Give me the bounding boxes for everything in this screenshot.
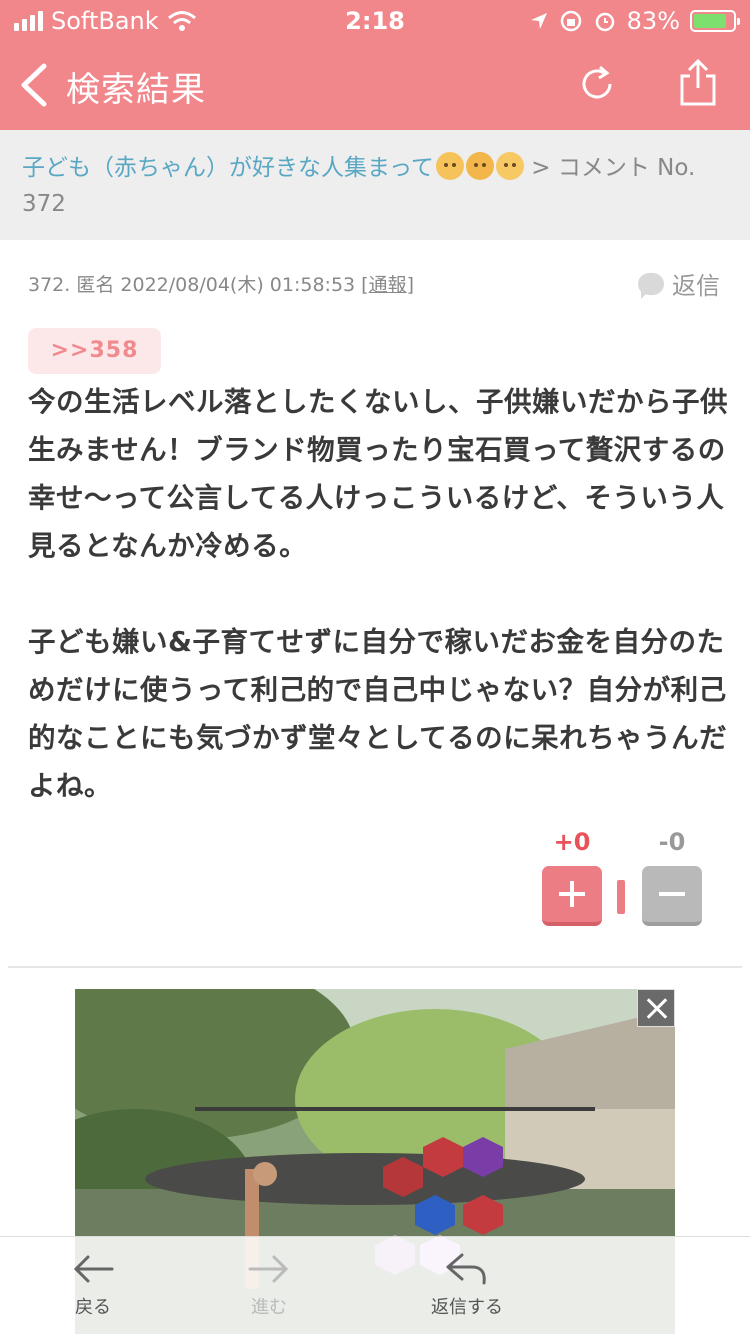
back-button[interactable]: 戻る [38,1249,148,1319]
minus-count: -0 [658,828,686,856]
comment-meta: 372. 匿名 2022/08/04(木) 01:58:53 [通報] [28,274,415,296]
back-label: 戻る [75,1297,111,1318]
reply-toolbar-label: 返信する [431,1297,503,1318]
reply-button[interactable]: 返信 [638,266,720,301]
comment-body: 今の生活レベル落としたくないし、子供嫌いだから子供生みません！ブランド物買ったり… [28,378,728,810]
reply-toolbar-button[interactable]: 返信する [412,1249,522,1319]
battery-percent: 83% [626,7,680,35]
breadcrumb: 子ども（赤ちゃん）が好きな人集まって > コメント No. 372 [0,130,750,240]
speech-bubble-icon [638,272,664,299]
plus-vote-button[interactable] [542,866,602,926]
breadcrumb-separator: > [531,155,551,181]
forward-label: 進む [251,1297,287,1318]
reply-arrow-icon [446,1253,486,1285]
page-title: 検索結果 [66,70,206,110]
forward-button[interactable]: 進む [214,1249,324,1319]
minus-vote-button[interactable] [642,866,702,926]
comment-paragraph: 子ども嫌い&子育てせずに自分で稼いだお金を自分のためだけに使うって利己的で自己中… [28,626,728,802]
thread-title-link[interactable]: 子ども（赤ちゃん）が好きな人集まって [22,155,434,181]
comment-paragraph: 今の生活レベル落としたくないし、子供嫌いだから子供生みません！ブランド物買ったり… [28,386,728,562]
share-icon[interactable] [676,58,720,108]
battery-icon [690,10,740,32]
baby-emoji-icon [465,152,494,180]
vote-ratio-bar [617,880,625,914]
header-bar: SoftBank 2:18 83% 検索結果 [0,0,750,130]
anchor-link[interactable]: >>358 [28,328,161,374]
comment-datetime: 2022/08/04(木) 01:58:53 [120,274,356,296]
rotation-lock-icon [560,10,581,32]
reload-icon[interactable] [578,62,618,106]
comment-number: 372. [28,274,71,296]
divider [8,966,742,968]
baby-emoji-icon [495,152,524,180]
ad-close-icon[interactable] [637,989,675,1027]
bottom-toolbar: 戻る 進む 返信する [0,1236,750,1334]
reply-label: 返信 [672,272,720,300]
alarm-icon [595,12,614,32]
status-bar: SoftBank 2:18 83% [0,0,750,40]
arrow-right-icon [248,1255,289,1283]
nav-bar: 検索結果 [0,40,750,130]
plus-count: +0 [553,828,591,856]
report-link[interactable]: 通報 [369,274,407,296]
comment-author: 匿名 [76,274,115,296]
arrow-left-icon [73,1255,114,1283]
location-icon [530,13,547,29]
back-chevron-icon[interactable] [14,60,54,110]
baby-emoji-icon [435,152,464,180]
